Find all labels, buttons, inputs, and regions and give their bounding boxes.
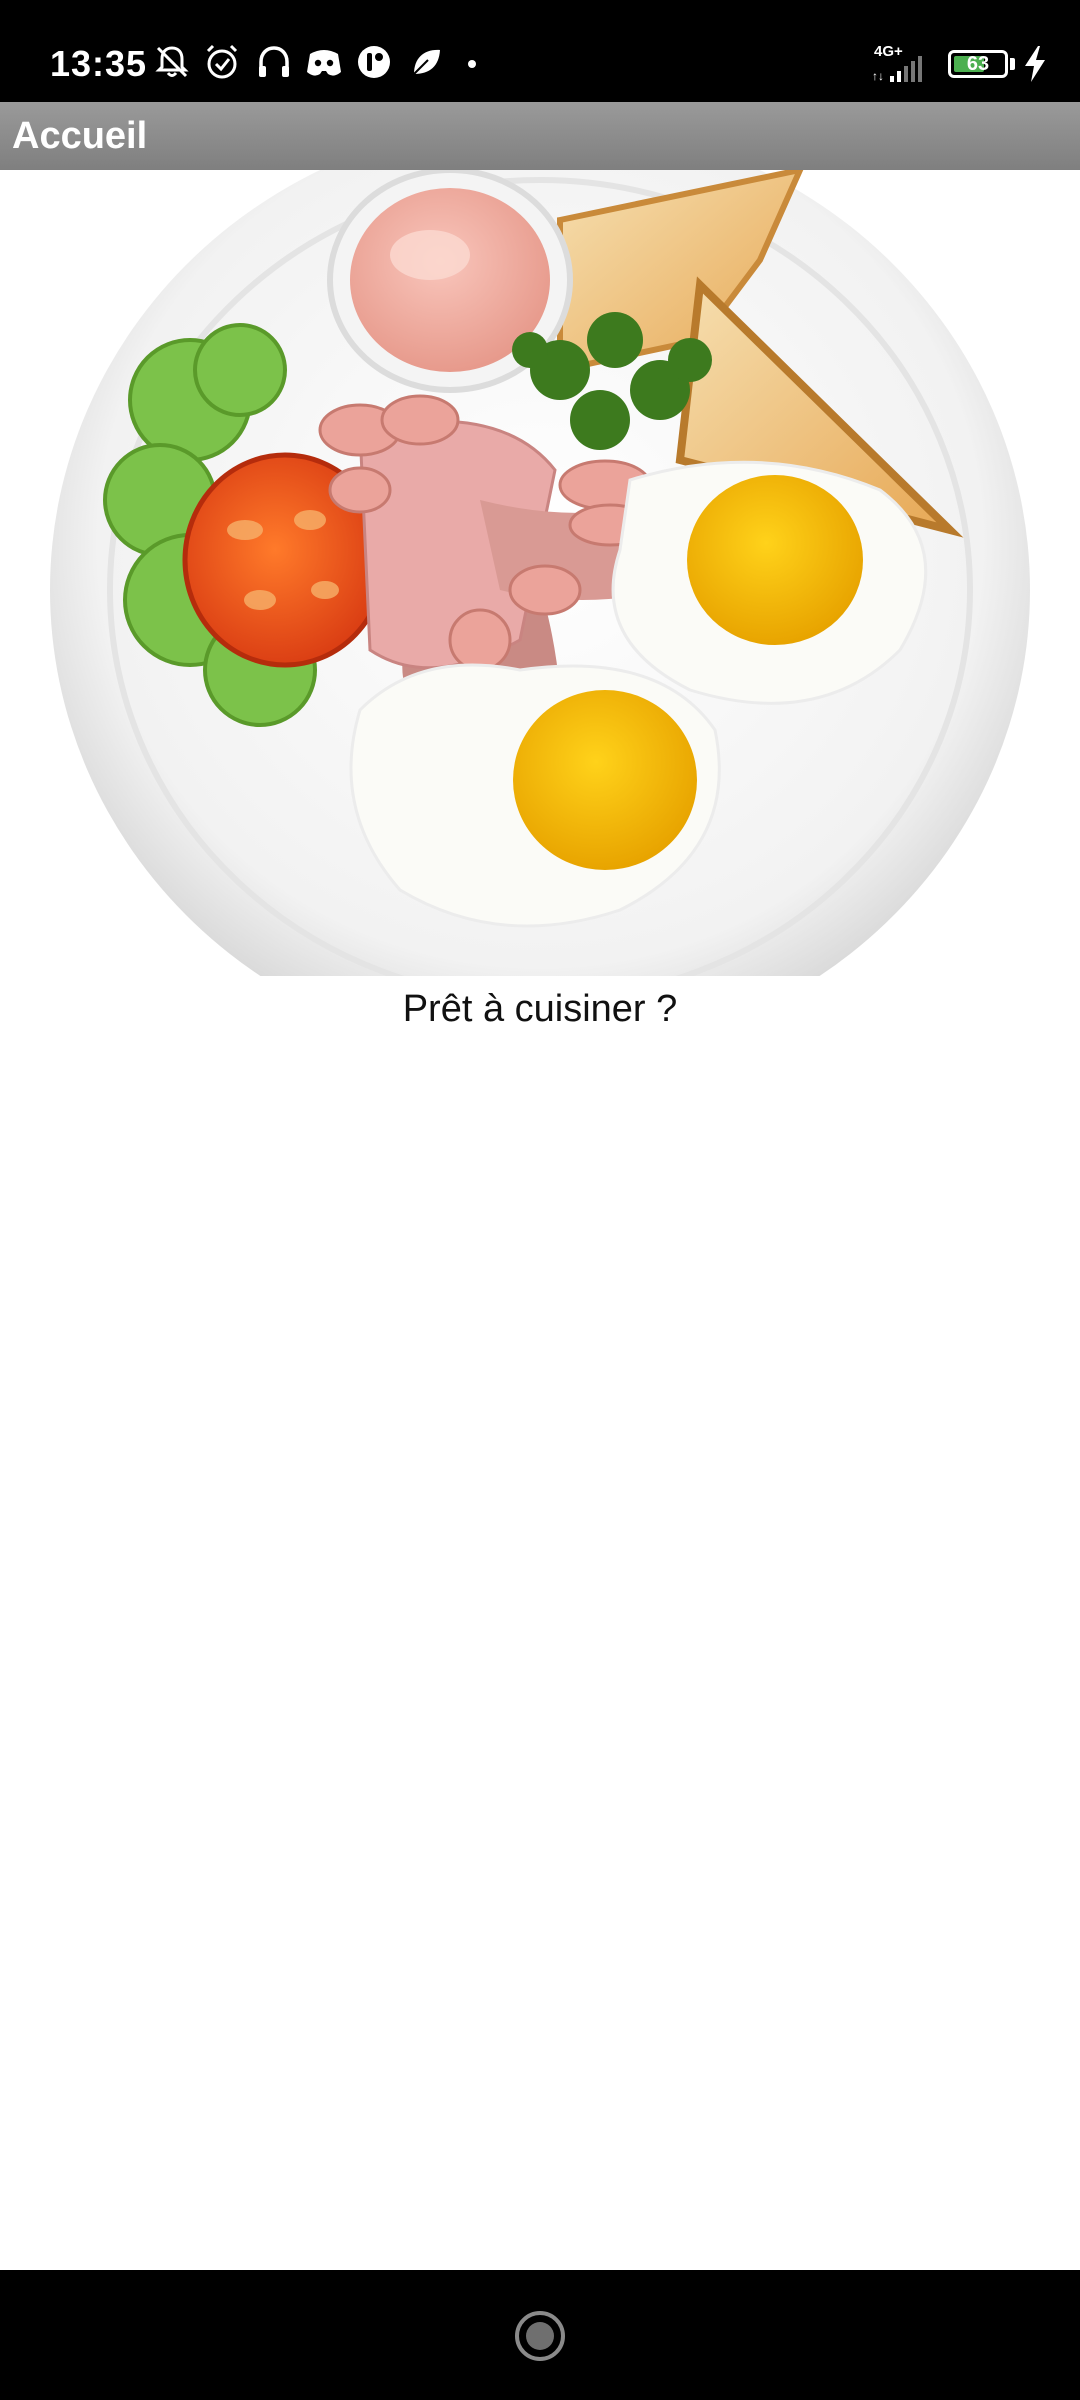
home-button[interactable] <box>515 2311 565 2361</box>
signal-icon: ↑↓ <box>872 56 922 82</box>
alarm-icon <box>206 44 238 79</box>
app-icon <box>358 46 390 78</box>
status-bar: 13:35 4G+ ↑↓ 63 <box>0 0 1080 102</box>
hero-image <box>0 170 1080 976</box>
status-time: 13:35 <box>50 43 148 84</box>
battery-icon: 63 <box>948 50 1008 78</box>
bell-off-icon <box>155 46 189 78</box>
hero-caption: Prêt à cuisiner ? <box>402 988 678 1030</box>
discord-icon <box>307 50 341 76</box>
app-bar: Accueil <box>0 102 1080 170</box>
battery-cap <box>1010 58 1015 70</box>
dot-icon <box>468 60 476 68</box>
charging-icon <box>1025 46 1045 82</box>
headphones-icon <box>259 46 289 77</box>
breakfast-plate-image <box>50 170 1030 976</box>
battery-percent: 63 <box>966 53 990 75</box>
svg-text:↑↓: ↑↓ <box>872 69 884 82</box>
leaf-icon <box>413 49 440 75</box>
app-title: Accueil <box>12 115 148 157</box>
navigation-bar <box>0 2270 1080 2400</box>
